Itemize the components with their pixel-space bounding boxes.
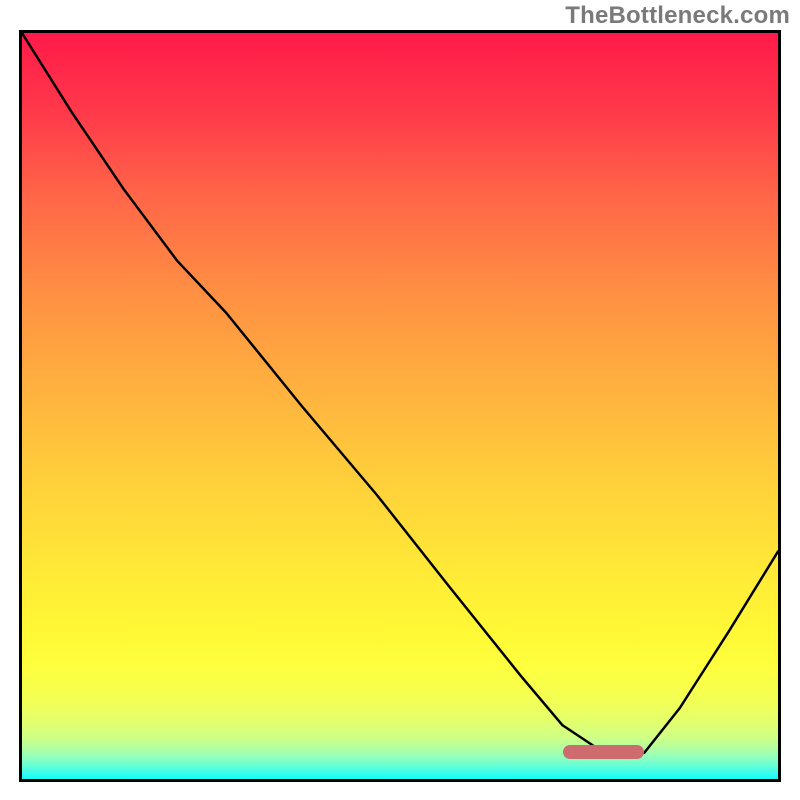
- gradient-background: [22, 33, 778, 779]
- plot-svg: [22, 33, 778, 779]
- plot-frame: [19, 30, 781, 782]
- watermark-text: TheBottleneck.com: [565, 2, 790, 30]
- optimum-marker: [563, 745, 645, 759]
